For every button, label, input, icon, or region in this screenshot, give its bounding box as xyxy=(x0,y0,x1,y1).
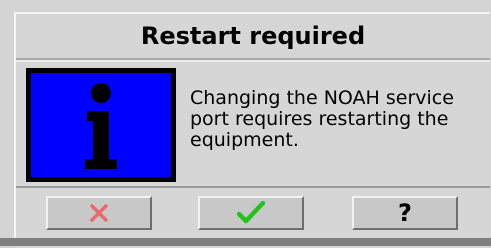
dialog-body: Changing the NOAH service port requires … xyxy=(16,60,490,188)
cancel-button[interactable] xyxy=(46,196,152,230)
info-icon xyxy=(26,68,176,182)
help-label: ? xyxy=(398,199,412,227)
ok-button[interactable] xyxy=(198,196,304,230)
restart-dialog: Restart required Changing the NOAH servi… xyxy=(14,12,490,248)
bottom-shadow xyxy=(0,238,491,246)
dialog-message: Changing the NOAH service port requires … xyxy=(190,87,454,151)
x-icon xyxy=(90,204,108,222)
dialog-title: Restart required xyxy=(16,14,490,60)
help-button[interactable]: ? xyxy=(352,196,458,230)
screen-background: Restart required Changing the NOAH servi… xyxy=(0,0,491,248)
checkmark-icon xyxy=(237,201,265,224)
